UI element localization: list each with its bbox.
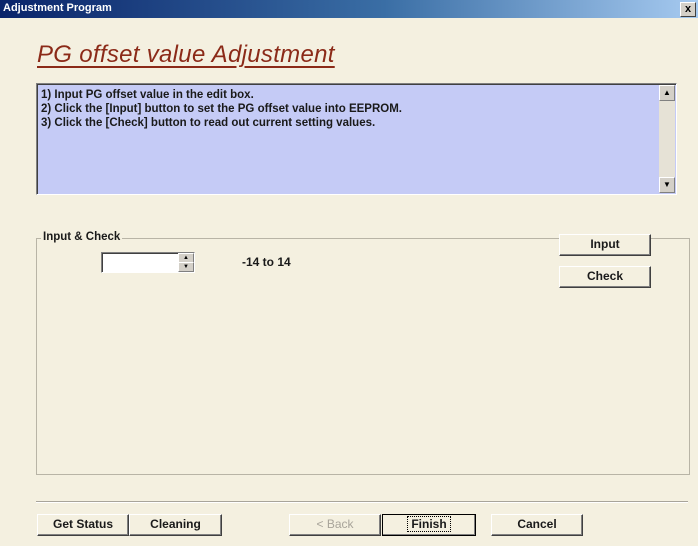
get-status-button[interactable]: Get Status: [37, 514, 129, 536]
cancel-button[interactable]: Cancel: [491, 514, 583, 536]
spin-down-button[interactable]: ▼: [178, 262, 194, 272]
adjustment-window: Adjustment Program x PG offset value Adj…: [0, 0, 698, 546]
title-bar[interactable]: Adjustment Program x: [0, 0, 698, 18]
group-label: Input & Check: [41, 231, 123, 243]
instruction-line: 1) Input PG offset value in the edit box…: [41, 89, 254, 101]
instructions-scrollbar[interactable]: ▲ ▼: [659, 85, 675, 193]
input-button[interactable]: Input: [559, 234, 651, 256]
finish-button[interactable]: Finish: [382, 514, 476, 536]
window-title: Adjustment Program: [3, 2, 112, 14]
triangle-up-icon: ▲: [663, 88, 671, 97]
instructions-box[interactable]: 1) Input PG offset value in the edit box…: [36, 83, 677, 195]
cleaning-button[interactable]: Cleaning: [129, 514, 222, 536]
close-icon: x: [684, 3, 692, 15]
scroll-down-button[interactable]: ▼: [659, 177, 675, 193]
footer-separator: [36, 501, 688, 503]
spin-arrows[interactable]: ▲ ▼: [178, 253, 194, 272]
finish-button-label: Finish: [407, 516, 451, 532]
instruction-line: 3) Click the [Check] button to read out …: [41, 117, 376, 129]
instruction-line: 2) Click the [Input] button to set the P…: [41, 103, 402, 115]
check-button[interactable]: Check: [559, 266, 651, 288]
triangle-down-icon: ▼: [183, 264, 189, 270]
page-title: PG offset value Adjustment: [37, 41, 335, 68]
range-label: -14 to 14: [242, 255, 291, 269]
back-button[interactable]: < Back: [289, 514, 381, 536]
close-button[interactable]: x: [680, 2, 696, 17]
instructions-text: 1) Input PG offset value in the edit box…: [41, 88, 651, 130]
triangle-down-icon: ▼: [663, 180, 671, 189]
scroll-up-button[interactable]: ▲: [659, 85, 675, 101]
triangle-up-icon: ▲: [183, 255, 189, 261]
offset-value-spinbox[interactable]: ▲ ▼: [101, 252, 195, 273]
